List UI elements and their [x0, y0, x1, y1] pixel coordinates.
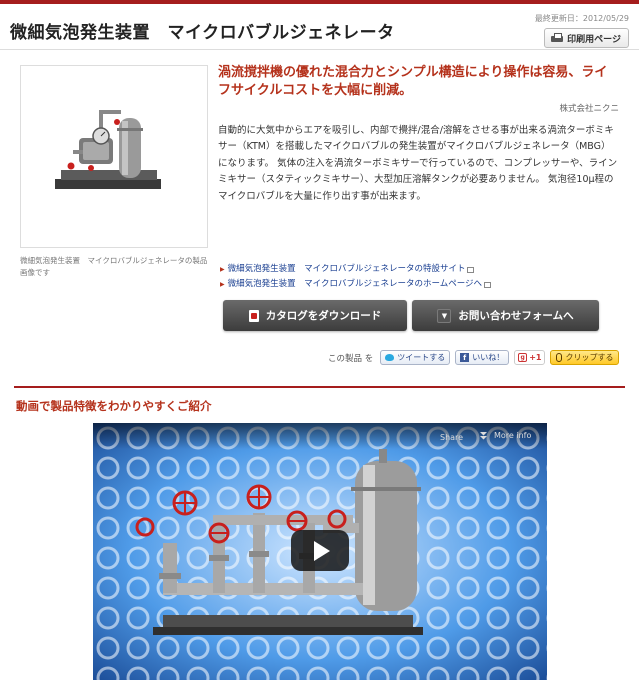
- chevron-down-icon: ▼: [437, 308, 452, 323]
- section-divider: [14, 386, 625, 388]
- video-play-button[interactable]: [291, 530, 349, 571]
- print-page-button[interactable]: 印刷用ページ: [544, 28, 629, 48]
- product-image: [20, 65, 208, 248]
- twitter-icon: [385, 354, 395, 361]
- video-share-button[interactable]: Share: [440, 433, 463, 442]
- paperclip-icon: [556, 353, 563, 362]
- catalog-download-button[interactable]: カタログをダウンロード: [223, 300, 407, 331]
- link-arrow-icon: ▶: [220, 281, 225, 288]
- social-share-bar: この製品 を ツイートする f いいね！ g +1 クリップする: [328, 350, 620, 365]
- external-link-icon: [484, 281, 492, 288]
- clip-label: クリップする: [565, 353, 614, 362]
- contact-form-label: お問い合わせフォームへ: [458, 310, 574, 322]
- video-player[interactable]: Share More info: [93, 423, 547, 680]
- page-title: 微細気泡発生装置 マイクロバブルジェネレータ: [10, 23, 395, 43]
- link-arrow-icon: ▶: [220, 266, 225, 273]
- google-plus-button[interactable]: g +1: [514, 350, 546, 365]
- external-link-icon: [467, 266, 475, 273]
- last-updated-date: 最終更新日：2012/05/29: [534, 14, 629, 23]
- printer-icon: [551, 33, 564, 43]
- tweet-label: ツイートする: [397, 353, 446, 362]
- google-plus-icon: g: [518, 353, 528, 362]
- catalog-download-label: カタログをダウンロード: [265, 310, 382, 322]
- video-section-heading: 動画で製品特徴をわかりやすくご紹介: [16, 399, 212, 413]
- product-headline: 渦流撹拌機の優れた混合力とシンプル構造により操作は容易、ライフサイクルコストを大…: [218, 65, 608, 98]
- product-description: 自動的に大気中からエアを吸引し、内部で攪拌/混合/溶解をさせる事が出来る渦流ター…: [218, 125, 618, 202]
- product-image-caption: 微細気泡発生装置 マイクロバブルジェネレータの製品画像です: [20, 256, 208, 277]
- special-site-link-label: 微細気泡発生装置 マイクロバブルジェネレータの特設サイト: [227, 264, 466, 274]
- pdf-icon: [248, 309, 259, 322]
- share-label: この製品 を: [328, 353, 374, 364]
- gplus-label: +1: [529, 353, 542, 362]
- special-site-link[interactable]: ▶ 微細気泡発生装置 マイクロバブルジェネレータの特設サイト: [220, 262, 491, 277]
- video-more-info-button[interactable]: More info: [494, 431, 531, 440]
- more-info-icon[interactable]: [479, 431, 488, 440]
- product-links: ▶ 微細気泡発生装置 マイクロバブルジェネレータの特設サイト ▶ 微細気泡発生装…: [220, 262, 492, 292]
- facebook-icon: f: [460, 353, 470, 362]
- contact-form-button[interactable]: ▼ お問い合わせフォームへ: [412, 300, 599, 331]
- company-name: 株式会社ニクニ: [559, 104, 619, 114]
- facebook-like-button[interactable]: f いいね！: [455, 350, 510, 365]
- clip-button[interactable]: クリップする: [550, 350, 620, 365]
- homepage-link[interactable]: ▶ 微細気泡発生装置 マイクロバブルジェネレータのホームページへ: [220, 277, 492, 292]
- print-page-label: 印刷用ページ: [567, 34, 621, 45]
- play-icon: [314, 540, 330, 561]
- tweet-button[interactable]: ツイートする: [380, 350, 451, 365]
- homepage-link-label: 微細気泡発生装置 マイクロバブルジェネレータのホームページへ: [227, 279, 483, 289]
- like-label: いいね！: [472, 353, 505, 362]
- page-header: 微細気泡発生装置 マイクロバブルジェネレータ 最終更新日：2012/05/29 …: [0, 0, 639, 50]
